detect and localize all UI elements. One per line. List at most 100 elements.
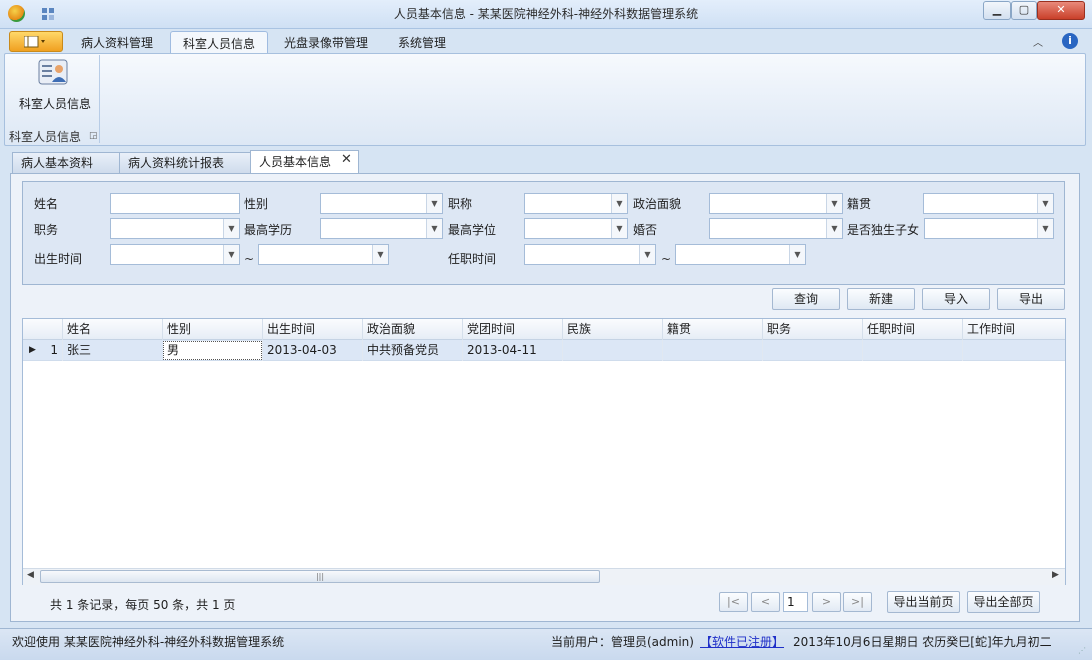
scrollbar-thumb[interactable]: ||| [40, 570, 600, 583]
export-all-pages-button[interactable]: 导出全部页 [967, 591, 1040, 613]
column-header[interactable]: 性别 [162, 319, 262, 340]
chevron-down-icon[interactable]: ▼ [426, 194, 442, 213]
label-name: 姓名 [34, 197, 59, 211]
chevron-down-icon[interactable]: ▼ [789, 245, 805, 264]
tab-patient-data[interactable]: 病人资料管理 [70, 31, 164, 54]
label-birth-date: 出生时间 [34, 252, 83, 266]
tab-disc-video[interactable]: 光盘录像带管理 [274, 31, 378, 54]
birth-date-to[interactable]: ▼ [258, 244, 389, 265]
label-gender: 性别 [244, 197, 269, 211]
column-header[interactable]: 党团时间 [462, 319, 562, 340]
help-icon[interactable]: i [1062, 33, 1078, 49]
gender-select[interactable]: ▼ [320, 193, 443, 214]
page-number-input[interactable]: 1 [783, 592, 808, 612]
political-select[interactable]: ▼ [709, 193, 843, 214]
chevron-down-icon[interactable]: ▼ [1037, 194, 1053, 213]
position-select[interactable]: ▼ [110, 218, 240, 239]
cell-position[interactable] [762, 340, 862, 361]
app-menu-button[interactable] [9, 31, 63, 52]
prev-page-button[interactable]: < [751, 592, 780, 612]
education-select[interactable]: ▼ [320, 218, 443, 239]
cell-appoint-date[interactable] [862, 340, 962, 361]
appoint-date-from[interactable]: ▼ [524, 244, 656, 265]
last-page-button[interactable]: >| [843, 592, 872, 612]
maximize-icon[interactable]: ▢ [1011, 1, 1037, 20]
scroll-left-icon[interactable]: ◀ [27, 570, 34, 580]
range-separator: ~ [661, 252, 672, 266]
status-welcome: 欢迎使用 某某医院神经外科-神经外科数据管理系统 [12, 635, 285, 649]
import-button[interactable]: 导入 [922, 288, 990, 310]
staff-info-button[interactable]: 科室人员信息 [10, 95, 100, 112]
birth-date-from[interactable]: ▼ [110, 244, 240, 265]
minimize-icon[interactable]: ▁ [983, 1, 1011, 20]
label-appoint-date: 任职时间 [448, 252, 497, 266]
first-page-button[interactable]: |< [719, 592, 748, 612]
cell-birth[interactable]: 2013-04-03 [262, 340, 362, 361]
export-current-page-button[interactable]: 导出当前页 [887, 591, 960, 613]
label-only-child: 是否独生子女 [847, 223, 920, 237]
cell-political[interactable]: 中共预备党员 [362, 340, 462, 361]
column-header[interactable]: 籍贯 [662, 319, 762, 340]
chevron-down-icon[interactable]: ▼ [639, 245, 655, 264]
cell-gender[interactable]: 男 [163, 341, 262, 360]
label-title: 职称 [448, 197, 473, 211]
chevron-down-icon[interactable]: ▼ [1037, 219, 1053, 238]
export-button[interactable]: 导出 [997, 288, 1065, 310]
chevron-down-icon[interactable]: ▼ [426, 219, 442, 238]
status-date: 2013年10月6日星期日 农历癸巳[蛇]年九月初二 [793, 635, 1052, 649]
new-button[interactable]: 新建 [847, 288, 915, 310]
cell-party-date[interactable]: 2013-04-11 [462, 340, 562, 361]
cell-native-place[interactable] [662, 340, 762, 361]
cell-name[interactable]: 张三 [62, 340, 162, 361]
label-native-place: 籍贯 [847, 197, 872, 211]
column-header[interactable]: 民族 [562, 319, 662, 340]
next-page-button[interactable]: > [812, 592, 841, 612]
label-marital: 婚否 [633, 223, 658, 237]
name-input[interactable] [110, 193, 240, 214]
chevron-down-icon[interactable]: ▼ [372, 245, 388, 264]
chevron-down-icon[interactable]: ▼ [223, 219, 239, 238]
row-indicator-icon: ▶ [29, 345, 36, 355]
column-header[interactable]: 政治面貌 [362, 319, 462, 340]
query-button[interactable]: 查询 [772, 288, 840, 310]
scroll-right-icon[interactable]: ▶ [1052, 570, 1059, 580]
degree-select[interactable]: ▼ [524, 218, 628, 239]
staff-card-icon[interactable] [38, 58, 70, 88]
chevron-down-icon[interactable]: ▼ [826, 194, 842, 213]
range-separator: ~ [244, 252, 255, 266]
column-header[interactable]: 任职时间 [862, 319, 962, 340]
label-position: 职务 [34, 223, 59, 237]
tab-staff-info[interactable]: 科室人员信息 [170, 31, 268, 54]
doc-tab-patient-report[interactable]: 病人资料统计报表 [119, 152, 251, 173]
label-political: 政治面貌 [633, 197, 682, 211]
status-registered-link[interactable]: 【软件已注册】 [700, 633, 784, 650]
chevron-down-icon[interactable]: ▼ [611, 219, 627, 238]
label-degree: 最高学位 [448, 223, 497, 237]
title-select[interactable]: ▼ [524, 193, 628, 214]
doc-tab-patient-basic[interactable]: 病人基本资料 [12, 152, 120, 173]
tab-close-icon[interactable]: ✕ [341, 152, 352, 167]
tab-system[interactable]: 系统管理 [386, 31, 458, 54]
ribbon-group-label: 科室人员信息 [9, 130, 82, 144]
row-number: 1 [50, 343, 58, 357]
window-title: 人员基本信息 - 某某医院神经外科-神经外科数据管理系统 [393, 7, 699, 21]
only-child-select[interactable]: ▼ [924, 218, 1054, 239]
cell-ethnicity[interactable] [562, 340, 662, 361]
chevron-down-icon[interactable]: ▼ [611, 194, 627, 213]
chevron-down-icon[interactable]: ▼ [826, 219, 842, 238]
native-place-select[interactable]: ▼ [923, 193, 1054, 214]
resize-grip-icon[interactable]: ⋰ [1078, 646, 1088, 656]
close-icon[interactable]: ✕ [1037, 1, 1085, 20]
ribbon-collapse-icon[interactable]: ︿ [1032, 34, 1044, 49]
dialog-launcher-icon[interactable]: ◲ [89, 131, 98, 141]
chevron-down-icon[interactable]: ▼ [223, 245, 239, 264]
marital-select[interactable]: ▼ [709, 218, 843, 239]
cell-work-date[interactable] [962, 340, 1062, 361]
record-info: 共 1 条记录，每页 50 条，共 1 页 [50, 598, 236, 612]
column-header[interactable]: 职务 [762, 319, 862, 340]
appoint-date-to[interactable]: ▼ [675, 244, 806, 265]
status-current-user: 当前用户：管理员(admin) [551, 635, 694, 649]
column-header[interactable]: 出生时间 [262, 319, 362, 340]
column-header[interactable]: 姓名 [62, 319, 162, 340]
column-header[interactable]: 工作时间 [962, 319, 1062, 340]
